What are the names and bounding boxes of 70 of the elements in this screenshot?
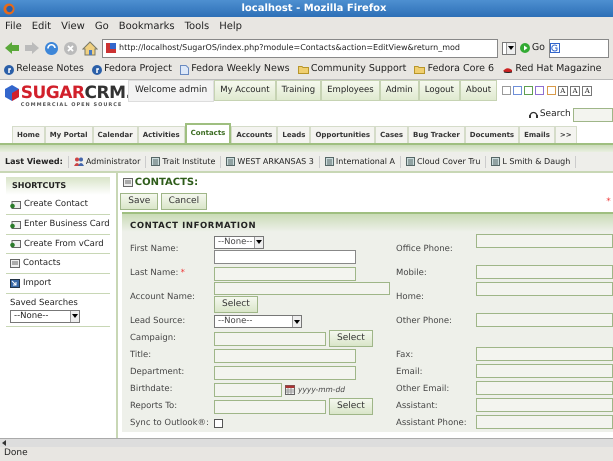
field-label: Campaign:: [130, 332, 176, 346]
field-label: Last Name:: [130, 267, 178, 280]
saved-searches-label: Saved Searches: [10, 296, 79, 310]
form-button[interactable]: Save: [120, 192, 158, 210]
bookmark-link[interactable]: Fedora Project: [92, 62, 172, 77]
saved-search-select[interactable]: --None--: [10, 310, 80, 322]
bookmark-link[interactable]: Red Hat Magazine: [502, 62, 602, 77]
field-label: Fax:: [396, 349, 414, 362]
form-button[interactable]: Cancel: [160, 192, 208, 210]
shortcut-link[interactable]: Import: [6, 274, 110, 294]
header-link[interactable]: Employees: [321, 80, 380, 102]
field-label: Department:: [130, 366, 184, 380]
header-link[interactable]: About: [460, 80, 498, 102]
header-link[interactable]: Admin: [380, 80, 419, 102]
recent-item-link[interactable]: International A: [320, 156, 401, 168]
select-button[interactable]: Select: [329, 330, 373, 348]
header-link[interactable]: Training: [276, 80, 322, 102]
menu-item[interactable]: Help: [214, 19, 248, 34]
shortcut-link[interactable]: Create Contact: [6, 195, 110, 215]
menu-item[interactable]: Bookmarks: [114, 19, 180, 34]
recent-item-link[interactable]: Trait Institute: [146, 156, 222, 168]
sidebar-header: SHORTCUTS: [6, 177, 110, 195]
field-label: Other Email:: [396, 383, 450, 396]
field-label: Other Phone:: [396, 315, 452, 328]
menu-item[interactable]: Go: [90, 19, 114, 34]
menu-item[interactable]: Tools: [180, 19, 214, 34]
bookmark-link[interactable]: Fedora Weekly News: [180, 62, 290, 77]
search-link[interactable]: Search: [528, 108, 571, 122]
select-button[interactable]: Select: [329, 398, 373, 416]
salutation-select[interactable]: --None--: [214, 236, 264, 249]
status-text: Done: [4, 447, 28, 460]
field-label: Home:: [396, 291, 424, 304]
field-label: Assistant Phone:: [396, 417, 467, 430]
bookmark-link[interactable]: Community Support: [298, 62, 406, 77]
lead-source-select[interactable]: --None--: [214, 315, 302, 328]
field-label: Account Name:: [130, 291, 195, 304]
field-label: Mobile:: [396, 267, 427, 280]
shortcut-link[interactable]: Enter Business Card: [6, 214, 110, 234]
last-viewed-label: Last Viewed:: [0, 156, 69, 168]
field-label: Assistant:: [396, 400, 438, 414]
field-label: Title:: [130, 349, 152, 362]
window-title: localhost - Mozilla Firefox: [240, 2, 388, 16]
bookmark-link[interactable]: Release Notes: [4, 62, 84, 77]
select-button[interactable]: Select: [214, 296, 258, 314]
menu-item[interactable]: Edit: [26, 19, 56, 34]
go-button[interactable]: Go: [520, 40, 545, 56]
recent-item-link[interactable]: Administrator: [68, 156, 146, 168]
section-title: CONTACT INFORMATION: [129, 220, 258, 232]
field-label: Lead Source:: [130, 315, 186, 328]
recent-item-link[interactable]: WEST ARKANSAS 3: [221, 156, 320, 168]
field-label: Office Phone:: [396, 243, 453, 256]
header-link[interactable]: My Account: [214, 80, 276, 102]
recent-item-link[interactable]: L Smith & Daugh: [486, 156, 576, 168]
field-label: Sync to Outlook®:: [130, 417, 209, 430]
field-label: Reports To:: [130, 400, 178, 414]
required-marker: *: [606, 196, 611, 209]
field-label: Birthdate:: [130, 383, 172, 396]
header-link[interactable]: Logout: [418, 80, 460, 102]
menu-item[interactable]: File: [0, 19, 27, 34]
address-bar[interactable]: http://localhost/SugarOS/index.php?module=Contacts&action=EditView&return_mod: [102, 38, 498, 58]
shortcut-link[interactable]: Create From vCard: [6, 234, 110, 254]
welcome-text: Welcome admin: [128, 80, 214, 102]
page-title: CONTACTS:: [134, 176, 198, 190]
required-marker: *: [180, 267, 185, 280]
bookmark-link[interactable]: Fedora Core 6: [414, 62, 494, 77]
menu-item[interactable]: View: [56, 19, 90, 34]
recent-item-link[interactable]: Cloud Cover Tru: [400, 156, 486, 168]
field-label: Email:: [396, 366, 422, 380]
field-label: First Name:: [130, 243, 179, 256]
shortcut-link[interactable]: Contacts: [6, 254, 110, 274]
